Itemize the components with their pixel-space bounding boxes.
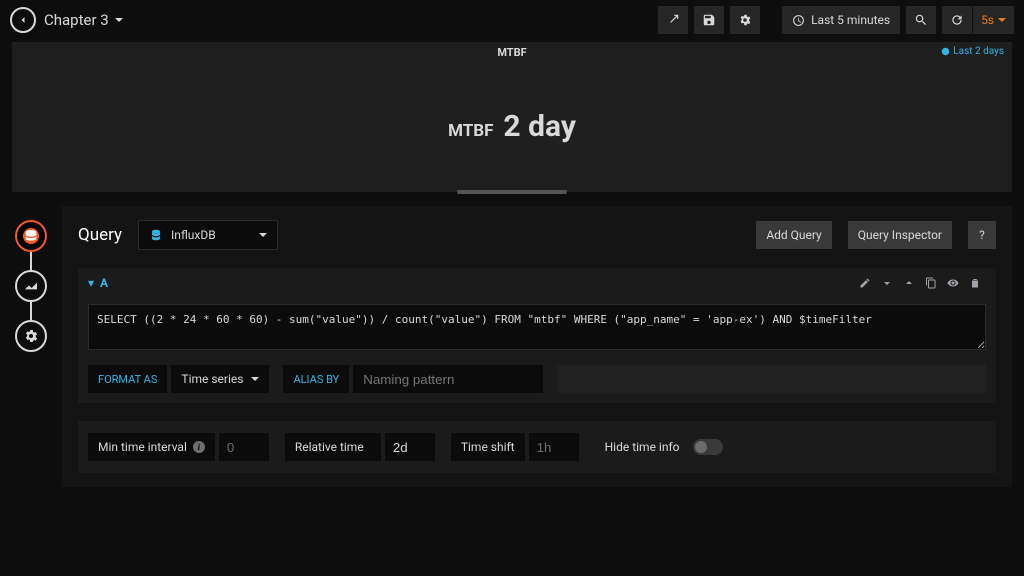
resize-handle[interactable] — [457, 190, 567, 194]
singlestat: MTBF 2 day — [12, 109, 1012, 144]
editor-tab-label: Query — [78, 225, 122, 245]
zoom-out-button[interactable] — [906, 6, 936, 34]
tab-visualization[interactable] — [15, 270, 47, 302]
help-button[interactable]: ? — [968, 221, 996, 249]
chevron-down-icon — [115, 18, 123, 22]
settings-button[interactable] — [730, 6, 760, 34]
relative-time-label: Relative time — [285, 433, 381, 461]
query-row: ▾ A FORMAT AS Time series ALIAS BY — [78, 268, 996, 403]
share-button[interactable] — [658, 6, 688, 34]
time-range-picker[interactable]: Last 5 minutes — [782, 6, 900, 34]
datasource-name: InfluxDB — [171, 228, 216, 242]
database-icon — [149, 228, 163, 242]
datasource-select[interactable]: InfluxDB — [138, 220, 278, 250]
stat-prefix: MTBF — [448, 121, 493, 141]
top-bar: Chapter 3 Last 5 minutes 5s — [0, 0, 1024, 40]
stat-value: 2 day — [503, 109, 576, 144]
chevron-down-icon — [251, 377, 259, 381]
editor-sidebar — [0, 206, 62, 487]
add-query-button[interactable]: Add Query — [756, 221, 831, 249]
move-up-icon[interactable] — [898, 272, 920, 294]
min-interval-label: Min time interval i — [88, 433, 215, 461]
min-interval-input[interactable] — [219, 433, 269, 461]
refresh-rate-value: 5s — [981, 13, 994, 27]
panel: MTBF Last 2 days MTBF 2 day — [12, 42, 1012, 192]
edit-query-icon[interactable] — [854, 272, 876, 294]
format-as-select[interactable]: Time series — [171, 365, 269, 393]
delete-query-icon[interactable] — [964, 272, 986, 294]
query-options: Min time interval i Relative time Time s… — [78, 421, 996, 473]
editor-main: Query InfluxDB Add Query Query Inspector… — [62, 206, 1012, 487]
tab-queries[interactable] — [15, 220, 47, 252]
time-range-label: Last 5 minutes — [811, 13, 890, 27]
refresh-rate-dropdown[interactable]: 5s — [973, 6, 1014, 34]
back-button[interactable] — [10, 7, 36, 33]
row-filler — [557, 365, 986, 393]
tab-general[interactable] — [15, 320, 47, 352]
duplicate-query-icon[interactable] — [920, 272, 942, 294]
format-as-label: FORMAT AS — [88, 365, 167, 393]
toggle-visibility-icon[interactable] — [942, 272, 964, 294]
panel-title[interactable]: MTBF — [12, 42, 1012, 63]
time-shift-label: Time shift — [451, 433, 525, 461]
hide-time-label: Hide time info — [595, 433, 690, 461]
hide-time-toggle[interactable] — [693, 439, 723, 455]
chevron-down-icon — [998, 18, 1006, 22]
query-inspector-button[interactable]: Query Inspector — [848, 221, 952, 249]
alias-by-input[interactable] — [353, 365, 543, 393]
move-down-icon[interactable] — [876, 272, 898, 294]
save-button[interactable] — [694, 6, 724, 34]
refresh-button[interactable] — [942, 6, 972, 34]
toggle-knob — [695, 441, 707, 453]
dashboard-title-dropdown[interactable]: Chapter 3 — [44, 11, 123, 29]
query-text-input[interactable] — [88, 304, 986, 350]
alias-by-label: ALIAS BY — [283, 365, 349, 393]
query-ref-id: A — [100, 276, 108, 290]
panel-time-override[interactable]: Last 2 days — [941, 46, 1004, 57]
relative-time-input[interactable] — [385, 433, 435, 461]
chevron-down-icon — [259, 233, 267, 237]
collapse-toggle[interactable]: ▾ — [88, 276, 94, 290]
dashboard-title: Chapter 3 — [44, 11, 109, 29]
time-shift-input[interactable] — [529, 433, 579, 461]
info-icon[interactable]: i — [193, 441, 205, 453]
refresh-group: 5s — [942, 6, 1014, 34]
